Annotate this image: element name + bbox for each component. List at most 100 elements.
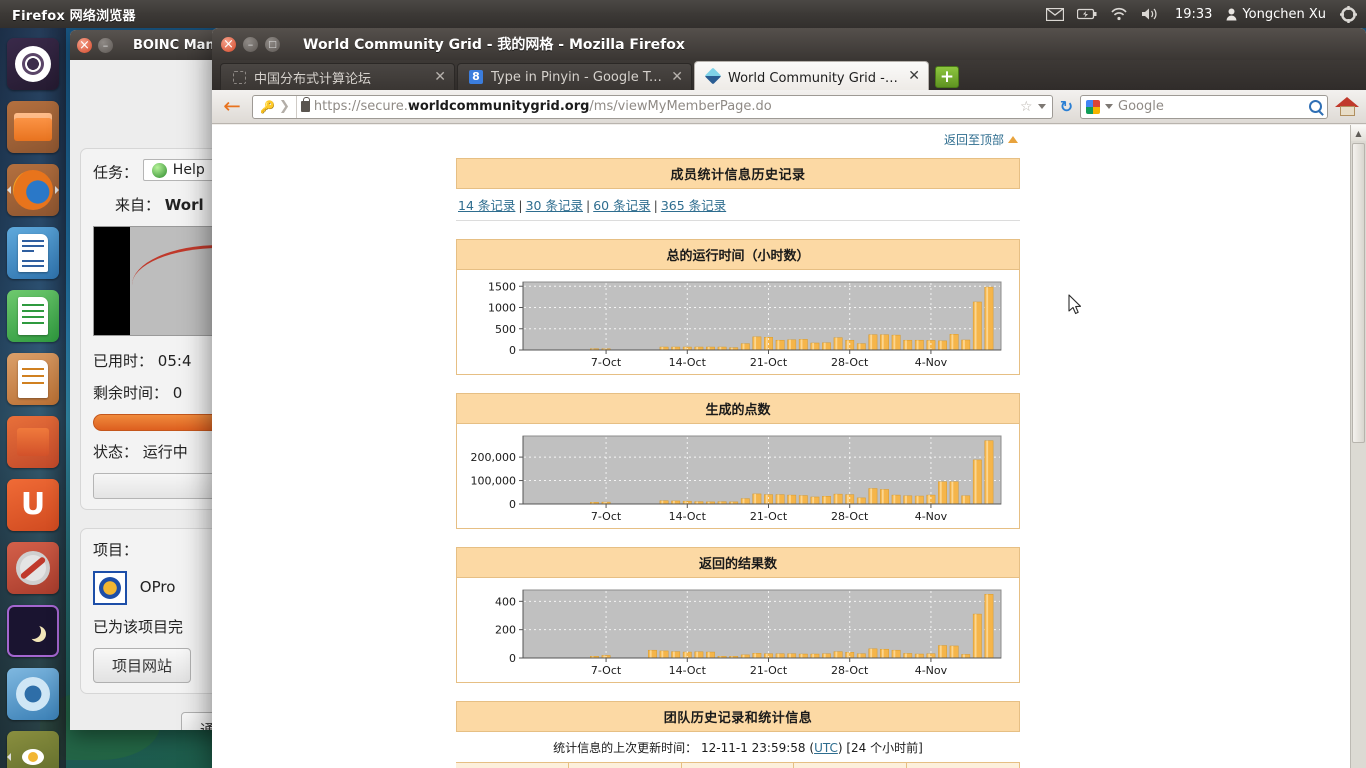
svg-text:400: 400 bbox=[495, 595, 516, 608]
boinc-window-title: BOINC Mana bbox=[133, 37, 224, 53]
boinc-project-value: OPro bbox=[139, 578, 176, 596]
boinc-minimize-button[interactable] bbox=[98, 37, 113, 53]
search-engine-chevron-icon[interactable] bbox=[1105, 104, 1113, 109]
svg-text:28-Oct: 28-Oct bbox=[831, 664, 869, 677]
url-bar[interactable]: 🔑 ❯ https://secure.worldcommunitygrid.or… bbox=[252, 94, 1053, 119]
svg-text:200,000: 200,000 bbox=[471, 451, 517, 464]
url-scheme: https://secure. bbox=[313, 99, 408, 114]
tab-close-icon[interactable]: ✕ bbox=[434, 70, 446, 84]
record-links-row: 14 条记录 | 30 条记录 | 60 条记录 | 365 条记录 bbox=[456, 189, 1020, 221]
svg-text:7-Oct: 7-Oct bbox=[591, 664, 622, 677]
ubuntu-one-icon: U bbox=[20, 487, 46, 522]
record-link-60[interactable]: 60 条记录 bbox=[593, 198, 650, 213]
tab-title: World Community Grid - 我... bbox=[728, 70, 902, 86]
user-menu[interactable]: Yongchen Xu bbox=[1226, 7, 1326, 22]
wifi-icon[interactable] bbox=[1109, 5, 1129, 23]
svg-text:28-Oct: 28-Oct bbox=[831, 356, 869, 369]
scroll-up-button[interactable]: ▲ bbox=[1351, 125, 1366, 141]
launcher-item-screensaver[interactable] bbox=[7, 605, 59, 657]
gear-icon[interactable] bbox=[1338, 5, 1358, 23]
search-bar[interactable]: Google bbox=[1080, 94, 1328, 119]
svg-text:200: 200 bbox=[495, 624, 516, 637]
firefox-maximize-button[interactable] bbox=[265, 36, 280, 52]
project-website-button[interactable]: 项目网站 bbox=[93, 647, 192, 683]
svg-text:21-Oct: 21-Oct bbox=[750, 664, 788, 677]
new-tab-button[interactable]: + bbox=[935, 66, 959, 88]
mail-icon[interactable] bbox=[1045, 5, 1065, 23]
record-link-14[interactable]: 14 条记录 bbox=[458, 198, 515, 213]
search-icon[interactable] bbox=[1309, 100, 1322, 113]
record-link-30[interactable]: 30 条记录 bbox=[526, 198, 583, 213]
back-to-top-link[interactable]: 返回至顶部 bbox=[456, 125, 1020, 158]
launcher-item-firefox[interactable] bbox=[7, 164, 59, 216]
tab-close-icon[interactable]: ✕ bbox=[671, 70, 683, 84]
chart-points: 生成的点数 0 100,000 200,000 7-Oct 14-Oct 21-Oct 28… bbox=[456, 393, 1020, 529]
boinc-remaining-label: 剩余时间： bbox=[93, 383, 169, 402]
boinc-from-value: Worl bbox=[164, 195, 204, 214]
launcher-item-system-settings[interactable] bbox=[7, 542, 59, 594]
firefox-window-title: World Community Grid - 我的网格 - Mozilla Fi… bbox=[303, 37, 685, 53]
svg-text:4-Nov: 4-Nov bbox=[915, 664, 948, 677]
tab-forum[interactable]: 中国分布式计算论坛 ✕ bbox=[220, 63, 455, 90]
unity-launcher: U bbox=[0, 28, 66, 768]
bookmark-star-icon[interactable]: ☆ bbox=[1020, 99, 1033, 115]
launcher-item-libreoffice-writer[interactable] bbox=[7, 227, 59, 279]
scrollbar-thumb[interactable] bbox=[1352, 143, 1365, 443]
boinc-remaining-value: 0 bbox=[172, 383, 183, 402]
boinc-task-value: Help bbox=[172, 162, 205, 178]
svg-text:14-Oct: 14-Oct bbox=[669, 510, 707, 523]
volume-icon[interactable] bbox=[1141, 5, 1161, 23]
utc-link[interactable]: UTC bbox=[814, 741, 838, 755]
launcher-item-chromium[interactable] bbox=[7, 668, 59, 720]
tab-google-translate[interactable]: 8 Type in Pinyin - Google Tran... ✕ bbox=[457, 63, 692, 90]
svg-text:100,000: 100,000 bbox=[471, 475, 517, 488]
status-orb-icon bbox=[151, 162, 167, 178]
svg-text:7-Oct: 7-Oct bbox=[591, 510, 622, 523]
launcher-item-software-center[interactable] bbox=[7, 416, 59, 468]
tab-close-icon[interactable]: ✕ bbox=[908, 69, 920, 83]
panel-app-title[interactable]: Firefox 网络浏览器 bbox=[12, 5, 136, 24]
svg-text:21-Oct: 21-Oct bbox=[750, 356, 788, 369]
tab-world-community-grid[interactable]: World Community Grid - 我... ✕ bbox=[694, 61, 929, 90]
chart-title: 总的运行时间（小时数） bbox=[457, 240, 1019, 270]
battery-icon[interactable] bbox=[1076, 5, 1097, 23]
boinc-close-button[interactable] bbox=[77, 37, 92, 53]
clock[interactable]: 19:33 bbox=[1173, 7, 1214, 22]
firefox-minimize-button[interactable] bbox=[243, 36, 258, 52]
launcher-item-workspace-switcher[interactable] bbox=[7, 731, 59, 768]
page-content-column: 返回至顶部 成员统计信息历史记录 14 条记录 | 30 条记录 | 60 条记录 | 36… bbox=[456, 125, 1020, 768]
chart-runtime: 总的运行时间（小时数） 0 500 1000 1500 7-Oct 14-Oct 21-Oc… bbox=[456, 239, 1020, 375]
ubuntu-logo-icon bbox=[15, 46, 51, 82]
mouse-cursor bbox=[1068, 294, 1082, 319]
launcher-item-ubuntu-one[interactable]: U bbox=[7, 479, 59, 531]
blank-favicon-icon bbox=[231, 69, 247, 85]
key-icon: 🔑 bbox=[260, 99, 275, 114]
tab-title: 中国分布式计算论坛 bbox=[254, 71, 372, 87]
record-link-365[interactable]: 365 条记录 bbox=[661, 198, 726, 213]
launcher-item-files[interactable] bbox=[7, 101, 59, 153]
firefox-titlebar[interactable]: World Community Grid - 我的网格 - Mozilla Fi… bbox=[212, 28, 1366, 60]
boinc-task-select[interactable]: Help bbox=[142, 159, 214, 181]
home-icon[interactable] bbox=[1335, 96, 1359, 118]
firefox-tabbar: 中国分布式计算论坛 ✕ 8 Type in Pinyin - Google Tr… bbox=[212, 60, 1366, 90]
spreadsheet-icon bbox=[18, 297, 48, 335]
launcher-item-libreoffice-impress[interactable] bbox=[7, 353, 59, 405]
folder-icon bbox=[14, 113, 52, 141]
firefox-navbar: ← 🔑 ❯ https://secure.worldcommunitygrid.… bbox=[212, 90, 1366, 124]
launcher-item-ubuntu-dash[interactable] bbox=[7, 38, 59, 90]
firefox-close-button[interactable] bbox=[221, 36, 236, 52]
team-table-header-stub bbox=[456, 762, 1020, 768]
boinc-elapsed-label: 已用时： bbox=[93, 351, 154, 370]
page-scrollbar[interactable]: ▲ bbox=[1350, 125, 1366, 768]
firefox-window[interactable]: World Community Grid - 我的网格 - Mozilla Fi… bbox=[212, 28, 1366, 768]
launcher-item-libreoffice-calc[interactable] bbox=[7, 290, 59, 342]
running-pip-right bbox=[55, 186, 59, 194]
moon-icon bbox=[25, 623, 41, 639]
url-domain: worldcommunitygrid.org bbox=[407, 99, 590, 114]
reload-icon[interactable]: ↻ bbox=[1060, 97, 1073, 116]
running-pip-left bbox=[7, 186, 11, 194]
identity-box[interactable]: 🔑 ❯ bbox=[257, 95, 297, 118]
search-input[interactable]: Google bbox=[1118, 99, 1164, 114]
back-button[interactable]: ← bbox=[219, 94, 245, 120]
chevron-down-icon[interactable] bbox=[1037, 104, 1046, 109]
